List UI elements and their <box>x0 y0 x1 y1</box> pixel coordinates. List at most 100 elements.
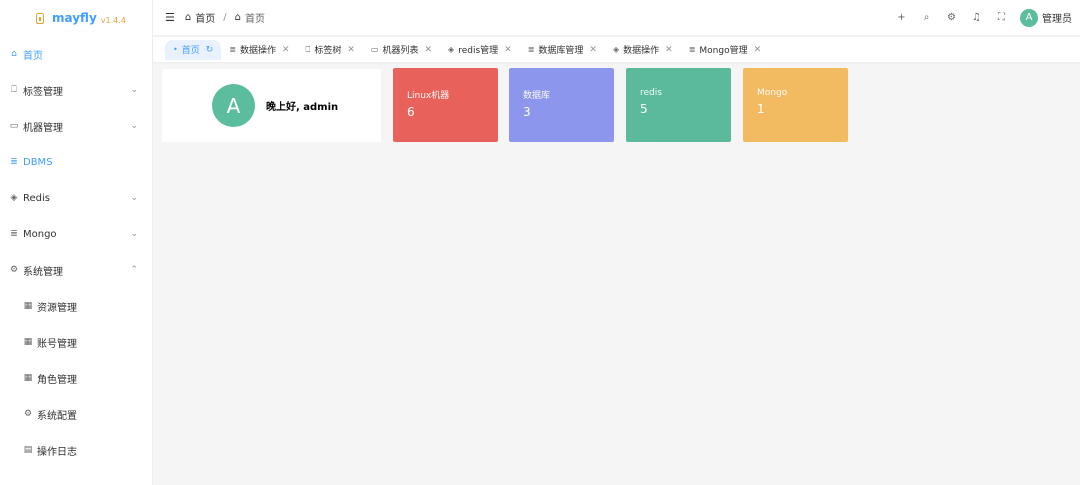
sidebar-item[interactable]: ⚙ 系统管理 ⌃ <box>0 252 152 288</box>
tab[interactable]: ≣ Mongo管理 ✕ <box>681 40 769 60</box>
close-icon[interactable]: ✕ <box>347 45 355 55</box>
search-icon[interactable]: ⌕ <box>914 12 939 23</box>
tab-label: 首页 <box>181 46 200 56</box>
close-icon[interactable]: ✕ <box>754 45 762 55</box>
fullscreen-icon[interactable]: ⛶ <box>989 12 1014 23</box>
sidebar-subitem-label: 资源管理 <box>37 302 77 314</box>
bookmark-icon: ⎕ <box>11 85 17 95</box>
sidebar-subitem-label: 角色管理 <box>37 374 77 386</box>
chevron-down-icon: ⌄ <box>130 229 138 239</box>
close-icon[interactable]: ✕ <box>665 45 673 55</box>
user-avatar[interactable]: A <box>1020 8 1038 27</box>
layers-icon: ◈ <box>10 193 18 203</box>
gear-icon: ⚙ <box>23 409 33 419</box>
sidebar-subitem[interactable]: ▦ 账号管理 <box>0 324 152 360</box>
stat-card[interactable]: Linux机器 6 <box>393 68 498 142</box>
sidebar-subitem[interactable]: ▤ 操作日志 <box>0 432 152 468</box>
plus-icon[interactable]: + <box>889 12 914 23</box>
stat-card-value: 6 <box>407 105 415 119</box>
gear-icon: ⚙ <box>9 265 19 275</box>
layers-icon: ◈ <box>612 45 620 54</box>
sidebar-item[interactable]: ≣ DBMS <box>0 144 152 180</box>
sidebar-item[interactable]: ⌂ 首页 <box>0 36 152 72</box>
monitor-icon: ▭ <box>370 45 379 54</box>
tab-label: 数据库管理 <box>538 46 584 56</box>
tab[interactable]: ◈ redis管理 ✕ <box>440 40 520 60</box>
home-icon: ⌂ <box>11 49 17 59</box>
sidebar-item-label: 标签管理 <box>23 86 63 98</box>
sidebar-item[interactable]: ◈ Redis ⌄ <box>0 180 152 216</box>
sidebar-subitem-label: 系统配置 <box>37 410 77 422</box>
sidebar-subitem[interactable]: ▦ 资源管理 <box>0 288 152 324</box>
tab-bar: • 首页 ↻ ≣ 数据操作 ✕ ⎕ 标签树 ✕ ▭ 机器列表 ✕ ◈ redis管理 ✕ ≣ 数据库管理 ✕ ◈ 数据… <box>153 37 1080 62</box>
sidebar-item-label: DBMS <box>23 156 53 168</box>
tab[interactable]: ⎕ 标签树 ✕ <box>298 40 363 60</box>
avatar[interactable]: A <box>212 84 255 127</box>
grid-icon: ▦ <box>23 301 33 311</box>
settings-icon[interactable]: ⚙ <box>939 12 964 23</box>
tab-label: 机器列表 <box>382 46 419 56</box>
close-icon[interactable]: ✕ <box>425 45 433 55</box>
database-icon: ≣ <box>10 229 18 239</box>
breadcrumb-item-current: 首页 <box>244 14 265 25</box>
sidebar-subitem-label: 操作日志 <box>37 446 77 458</box>
sidebar-subitem-label: 账号管理 <box>37 338 77 350</box>
bookmark-icon: ⎕ <box>305 44 311 54</box>
grid-icon: ▦ <box>23 337 33 347</box>
stat-card[interactable]: Mongo 1 <box>743 68 848 142</box>
close-icon[interactable]: ✕ <box>504 45 512 55</box>
stat-card-value: 1 <box>757 102 765 116</box>
tab-label: redis管理 <box>458 46 499 56</box>
tab-label: 数据操作 <box>623 46 660 56</box>
stat-card[interactable]: redis 5 <box>626 68 731 142</box>
sidebar-item[interactable]: ⎕ 标签管理 ⌄ <box>0 72 152 108</box>
top-header: ☰ ⌂ 首页 / ⌂ 首页 + ⌕ ⚙ ♫ ⛶ A 管理员 <box>153 0 1080 36</box>
database-icon: ≣ <box>229 45 236 54</box>
stat-card[interactable]: 数据库 3 <box>509 68 614 142</box>
stat-card-label: Linux机器 <box>407 91 450 101</box>
app-version: v1.4.4 <box>100 15 126 25</box>
breadcrumb-item[interactable]: 首页 <box>195 10 215 25</box>
sidebar-menu: ⌂ 首页 ⎕ 标签管理 ⌄ ▭ 机器管理 ⌄ ≣ DBMS ◈ Redis ⌄ ≣ Mongo ⌄ ⚙ 系统管理 ⌃ <box>0 36 152 288</box>
tab[interactable]: ▭ 机器列表 ✕ <box>363 40 440 60</box>
stat-card-label: redis <box>640 88 662 98</box>
sidebar-subitem[interactable]: ▦ 角色管理 <box>0 360 152 396</box>
username[interactable]: 管理员 <box>1042 10 1072 25</box>
tab-label: Mongo管理 <box>699 46 748 56</box>
logo-icon <box>36 12 44 24</box>
bell-icon[interactable]: ♫ <box>964 12 989 23</box>
sidebar-item-label: Mongo <box>23 228 57 240</box>
breadcrumb-separator: / <box>223 12 227 23</box>
stat-card-label: Mongo <box>757 88 788 98</box>
sidebar-item-label: Redis <box>23 192 50 204</box>
tab[interactable]: ◈ 数据操作 ✕ <box>605 40 681 60</box>
close-icon[interactable]: ✕ <box>589 45 597 55</box>
chevron-down-icon: ⌄ <box>130 85 138 95</box>
refresh-icon[interactable]: ↻ <box>206 45 214 55</box>
greeting-text: 晚上好, admin <box>266 102 339 113</box>
sidebar-subitem[interactable]: ⚙ 系统配置 <box>0 396 152 432</box>
stat-card-label: 数据库 <box>523 91 551 101</box>
database-icon: ≣ <box>527 45 535 54</box>
welcome-card: A 晚上好, admin <box>162 69 381 142</box>
sidebar-item-label: 首页 <box>23 50 43 62</box>
close-icon[interactable]: ✕ <box>282 45 290 55</box>
chevron-down-icon: ⌄ <box>130 121 138 131</box>
home-icon: ⌂ <box>234 12 241 23</box>
sidebar-item[interactable]: ≣ Mongo ⌄ <box>0 216 152 252</box>
tab[interactable]: ≣ 数据操作 ✕ <box>221 40 297 60</box>
home-icon: ⌂ <box>184 12 192 23</box>
menu-toggle-icon[interactable]: ☰ <box>165 11 175 24</box>
app-name: mayfly <box>52 11 97 25</box>
tab[interactable]: • 首页 ↻ <box>165 39 222 60</box>
database-icon: ≣ <box>10 157 18 167</box>
sidebar-item[interactable]: ▭ 机器管理 ⌄ <box>0 108 152 144</box>
logo[interactable]: mayfly v1.4.4 <box>0 0 152 36</box>
document-icon: ▤ <box>23 445 33 455</box>
tab[interactable]: ≣ 数据库管理 ✕ <box>520 40 605 60</box>
chevron-down-icon: ⌄ <box>130 193 138 203</box>
dot-icon: • <box>173 45 178 54</box>
header-actions: + ⌕ ⚙ ♫ ⛶ A 管理员 <box>889 8 1080 27</box>
dashboard: A 晚上好, admin Linux机器 6 数据库 3 redis 5 Mongo 1 <box>153 62 1080 485</box>
sidebar-item-label: 机器管理 <box>23 122 63 134</box>
